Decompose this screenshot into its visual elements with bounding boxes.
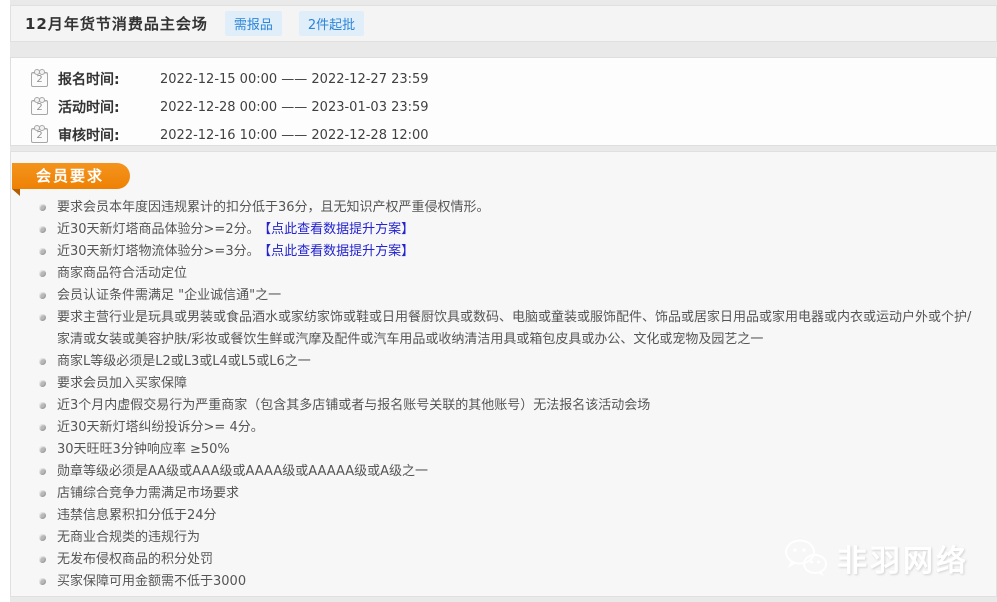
requirement-text: 近30天新灯塔商品体验分>=2分。: [57, 222, 260, 237]
schedule-row: 2 审核时间: 2022-12-16 10:00 —— 2022-12-28 12:…: [31, 121, 996, 149]
requirement-text: 近30天新灯塔物流体验分>=3分。: [57, 244, 260, 259]
schedule-value: 2022-12-28 00:00 —— 2023-01-03 23:59: [160, 100, 429, 115]
requirements-panel: 会员要求 要求会员本年度因违规累计的扣分低于36分，且无知识产权严重侵权情形。近…: [10, 151, 997, 597]
requirement-text: 近30天新灯塔纠纷投诉分>= 4分。: [57, 420, 264, 435]
calendar-icon: 2: [31, 72, 48, 87]
requirements-list: 要求会员本年度因违规累计的扣分低于36分，且无知识产权严重侵权情形。近30天新灯…: [39, 197, 996, 593]
requirement-text: 无商业合规类的违规行为: [57, 530, 200, 545]
requirement-text: 30天旺旺3分钟响应率 ≥50%: [57, 442, 230, 457]
schedule-label: 报名时间:: [58, 69, 132, 89]
section-ribbon: 会员要求: [12, 163, 130, 189]
requirement-item: 要求会员本年度因违规累计的扣分低于36分，且无知识产权严重侵权情形。: [39, 197, 976, 219]
requirement-item: 近3个月内虚假交易行为严重商家（包含其多店铺或者与报名账号关联的其他账号）无法报…: [39, 395, 976, 417]
requirement-text: 要求会员本年度因违规累计的扣分低于36分，且无知识产权严重侵权情形。: [57, 200, 490, 215]
main-content: 12月年货节消费品主会场 需报品 2件起批 2 报名时间: 2022-12-15 0…: [10, 0, 997, 602]
ribbon-fold-icon: [12, 189, 20, 196]
requirement-item: 买家保障可用金额需不低于3000: [39, 571, 976, 593]
requirement-text: 买家保障可用金额需不低于3000: [57, 574, 246, 589]
requirement-item: 无商业合规类的违规行为: [39, 527, 976, 549]
requirement-text: 无发布侵权商品的积分处罚: [57, 552, 213, 567]
calendar-icon: 2: [31, 128, 48, 143]
schedule-label: 活动时间:: [58, 97, 132, 117]
requirement-text: 要求主营行业是玩具或男装或食品酒水或家纺家饰或鞋或日用餐厨饮具或数码、电脑或童装…: [57, 310, 971, 347]
requirement-item: 近30天新灯塔商品体验分>=2分。【点此查看数据提升方案】: [39, 219, 976, 241]
requirement-text: 店铺综合竞争力需满足市场要求: [57, 486, 239, 501]
header-bar: 12月年货节消费品主会场 需报品 2件起批: [10, 5, 997, 42]
requirement-item: 会员认证条件需满足 "企业诚信通"之一: [39, 285, 976, 307]
requirement-text: 商家商品符合活动定位: [57, 266, 187, 281]
requirement-text: 勋章等级必须是AA级或AAA级或AAAA级或AAAAA级或A级之一: [57, 464, 428, 479]
requirement-item: 违禁信息累积扣分低于24分: [39, 505, 976, 527]
schedule-value: 2022-12-15 00:00 —— 2022-12-27 23:59: [160, 72, 429, 87]
requirement-text: 违禁信息累积扣分低于24分: [57, 508, 217, 523]
requirement-text: 商家L等级必须是L2或L3或L4或L5或L6之一: [57, 354, 311, 369]
data-improvement-link[interactable]: 【点此查看数据提升方案】: [265, 244, 415, 259]
requirement-item: 要求会员加入买家保障: [39, 373, 976, 395]
requirement-text: 近3个月内虚假交易行为严重商家（包含其多店铺或者与报名账号关联的其他账号）无法报…: [57, 398, 650, 413]
requirement-item: 无发布侵权商品的积分处罚: [39, 549, 976, 571]
requirement-item: 近30天新灯塔物流体验分>=3分。【点此查看数据提升方案】: [39, 241, 976, 263]
schedule-row: 2 报名时间: 2022-12-15 00:00 —— 2022-12-27 23:…: [31, 65, 996, 93]
requirement-item: 近30天新灯塔纠纷投诉分>= 4分。: [39, 417, 976, 439]
requirement-text: 会员认证条件需满足 "企业诚信通"之一: [57, 288, 281, 303]
schedule-panel: 2 报名时间: 2022-12-15 00:00 —— 2022-12-27 23:…: [10, 57, 997, 146]
schedule-rows: 2 报名时间: 2022-12-15 00:00 —— 2022-12-27 23:…: [31, 65, 996, 149]
data-improvement-link[interactable]: 【点此查看数据提升方案】: [265, 222, 415, 237]
requirement-item: 要求主营行业是玩具或男装或食品酒水或家纺家饰或鞋或日用餐厨饮具或数码、电脑或童装…: [39, 307, 976, 351]
badge-min-batch: 2件起批: [299, 11, 364, 36]
calendar-icon: 2: [31, 100, 48, 115]
badge-need-report: 需报品: [225, 11, 282, 36]
schedule-row: 2 活动时间: 2022-12-28 00:00 —— 2023-01-03 23:…: [31, 93, 996, 121]
requirement-text: 要求会员加入买家保障: [57, 376, 187, 391]
requirement-item: 勋章等级必须是AA级或AAA级或AAAA级或AAAAA级或A级之一: [39, 461, 976, 483]
requirement-item: 30天旺旺3分钟响应率 ≥50%: [39, 439, 976, 461]
page-title: 12月年货节消费品主会场: [25, 13, 208, 34]
requirement-item: 店铺综合竞争力需满足市场要求: [39, 483, 976, 505]
section-title: 会员要求: [36, 167, 104, 185]
requirement-item: 商家L等级必须是L2或L3或L4或L5或L6之一: [39, 351, 976, 373]
requirement-item: 商家商品符合活动定位: [39, 263, 976, 285]
schedule-value: 2022-12-16 10:00 —— 2022-12-28 12:00: [160, 128, 429, 143]
schedule-label: 审核时间:: [58, 125, 132, 145]
